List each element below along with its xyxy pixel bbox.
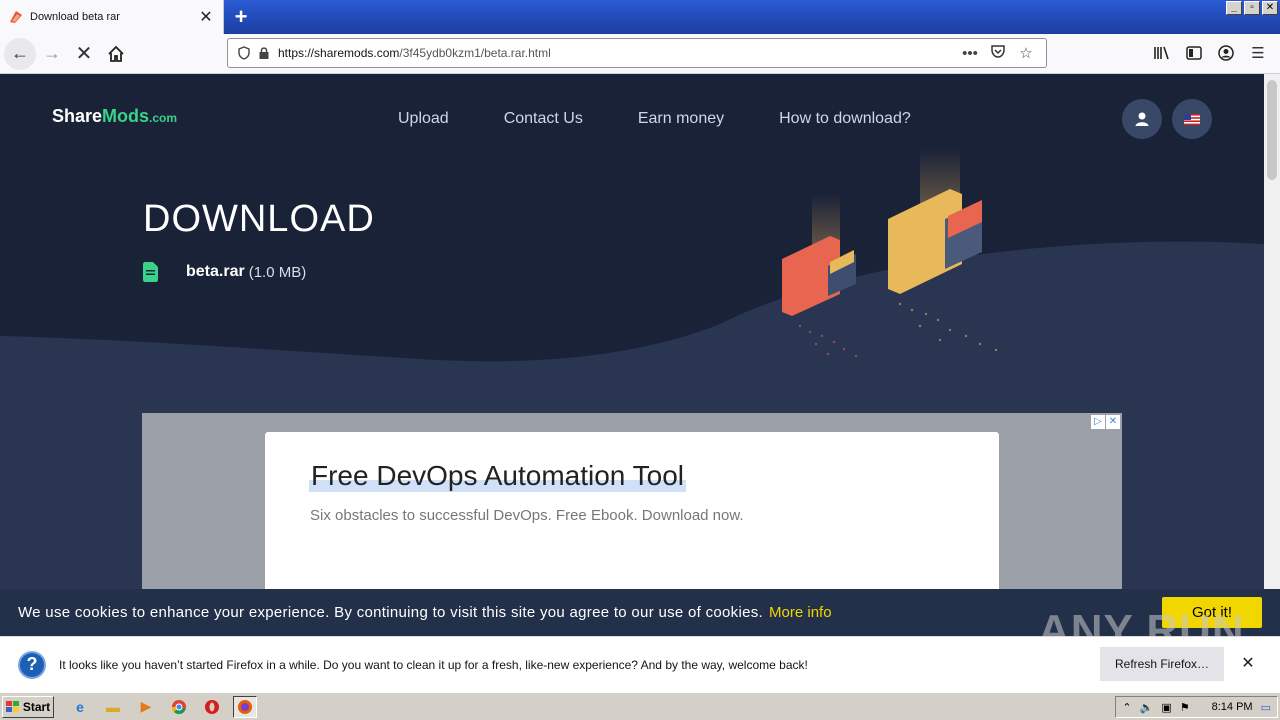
tab-strip: Download beta rar ✕ + _ ▫ ✕ — [0, 0, 1280, 34]
chrome-icon[interactable] — [167, 696, 191, 718]
close-window-button[interactable]: ✕ — [1262, 1, 1278, 15]
ad-choices[interactable]: ▷ ✕ — [1091, 415, 1120, 429]
menu-contact-us[interactable]: Contact Us — [504, 110, 583, 128]
explorer-folder-icon[interactable]: ▬ — [101, 696, 125, 718]
nav-bar: ← → ✕ https://sharemods.com/3f45ydb0kzm1… — [0, 34, 1280, 74]
url-path: /3f45ydb0kzm1/beta.rar.html — [399, 46, 551, 60]
file-info: beta.rar (1.0 MB) — [143, 262, 306, 282]
start-label: Start — [22, 699, 51, 714]
minimize-button[interactable]: _ — [1226, 1, 1242, 15]
network-icon[interactable]: ▣ — [1161, 701, 1171, 714]
file-name: beta.rar — [186, 263, 245, 280]
opera-icon[interactable] — [200, 696, 224, 718]
bookmark-star-icon[interactable]: ☆ — [1012, 44, 1040, 62]
forward-icon[interactable]: → — [36, 38, 68, 70]
home-icon[interactable] — [100, 38, 132, 70]
ad-close-icon[interactable]: ✕ — [1106, 415, 1120, 429]
user-icon[interactable] — [1122, 99, 1162, 139]
logo-mods: Mods — [102, 106, 150, 126]
lock-icon[interactable] — [254, 43, 274, 63]
site-logo[interactable]: ShareMods.com — [52, 106, 177, 127]
scrollbar-thumb[interactable] — [1267, 80, 1277, 180]
clock[interactable]: 8:14 PM — [1212, 701, 1253, 713]
sharemods-favicon-icon — [10, 11, 22, 23]
menu-hamburger-icon[interactable]: ☰ — [1244, 38, 1272, 68]
toolbar-icons: ☰ — [1148, 38, 1272, 68]
windows-logo-icon — [5, 700, 19, 712]
volume-icon[interactable]: 🔈 — [1140, 701, 1154, 714]
stop-loading-icon[interactable]: ✕ — [68, 38, 100, 70]
back-icon[interactable]: ← — [4, 37, 36, 70]
media-player-icon[interactable]: ▶ — [134, 696, 158, 718]
us-flag-icon[interactable] — [1172, 99, 1212, 139]
system-tray: ⌃ 🔈 ▣ ⚑ 8:14 PM ▭ — [1115, 696, 1278, 718]
shield-icon[interactable] — [234, 43, 254, 63]
notification-close-icon[interactable]: ✕ — [1238, 653, 1258, 673]
ad-title[interactable]: Free DevOps Automation Tool — [309, 460, 687, 492]
pocket-icon[interactable] — [984, 43, 1012, 63]
file-icon — [143, 262, 158, 282]
cookie-more-info-link[interactable]: More info — [769, 604, 832, 621]
show-desktop-icon[interactable]: ▭ — [1261, 701, 1271, 714]
tray-arrow-icon[interactable]: ⌃ — [1122, 701, 1131, 714]
menu-upload[interactable]: Upload — [398, 110, 449, 128]
firefox-notification-bar: ? It looks like you haven’t started Fire… — [0, 636, 1280, 692]
taskbar: Start e ▬ ▶ ⌃ 🔈 ▣ ⚑ 8:14 PM ▭ — [0, 692, 1280, 720]
menu-how-to-download[interactable]: How to download? — [779, 110, 911, 128]
page-actions-icon[interactable]: ••• — [956, 45, 984, 62]
library-icon[interactable] — [1148, 38, 1176, 68]
start-button[interactable]: Start — [2, 695, 54, 718]
new-tab-icon[interactable]: + — [228, 4, 254, 30]
page-title: DOWNLOAD — [143, 198, 375, 240]
url-text[interactable]: https://sharemods.com/3f45ydb0kzm1/beta.… — [274, 46, 956, 60]
file-size: (1.0 MB) — [248, 263, 307, 281]
home-svg — [108, 45, 124, 62]
firefox-taskbar-icon[interactable] — [233, 695, 257, 718]
question-icon: ? — [18, 650, 46, 679]
folder-illustration — [782, 149, 998, 358]
tab-close-icon[interactable]: ✕ — [195, 6, 217, 28]
url-bar[interactable]: https://sharemods.com/3f45ydb0kzm1/beta.… — [227, 38, 1047, 68]
sidebar-icon[interactable] — [1180, 38, 1208, 68]
tab-active[interactable]: Download beta rar ✕ — [0, 0, 224, 34]
tab-title: Download beta rar — [30, 11, 120, 23]
ad-info-icon[interactable]: ▷ — [1091, 415, 1105, 429]
cookie-text: We use cookies to enhance your experienc… — [18, 604, 764, 621]
window-controls: _ ▫ ✕ — [1226, 1, 1278, 15]
account-icon[interactable] — [1212, 38, 1240, 68]
menu-earn-money[interactable]: Earn money — [638, 110, 724, 128]
ad-subtitle: Six obstacles to successful DevOps. Free… — [310, 507, 744, 524]
logo-share: Share — [52, 106, 103, 126]
main-menu: Upload Contact Us Earn money How to down… — [398, 110, 966, 128]
notification-text: It looks like you haven’t started Firefo… — [59, 657, 808, 672]
logo-com: .com — [149, 111, 178, 125]
flag-icon[interactable]: ⚑ — [1180, 701, 1190, 714]
url-domain: https://sharemods.com — [278, 46, 400, 60]
ie-icon[interactable]: e — [68, 696, 92, 718]
maximize-button[interactable]: ▫ — [1244, 1, 1260, 15]
refresh-firefox-button[interactable]: Refresh Firefox… — [1100, 647, 1224, 681]
